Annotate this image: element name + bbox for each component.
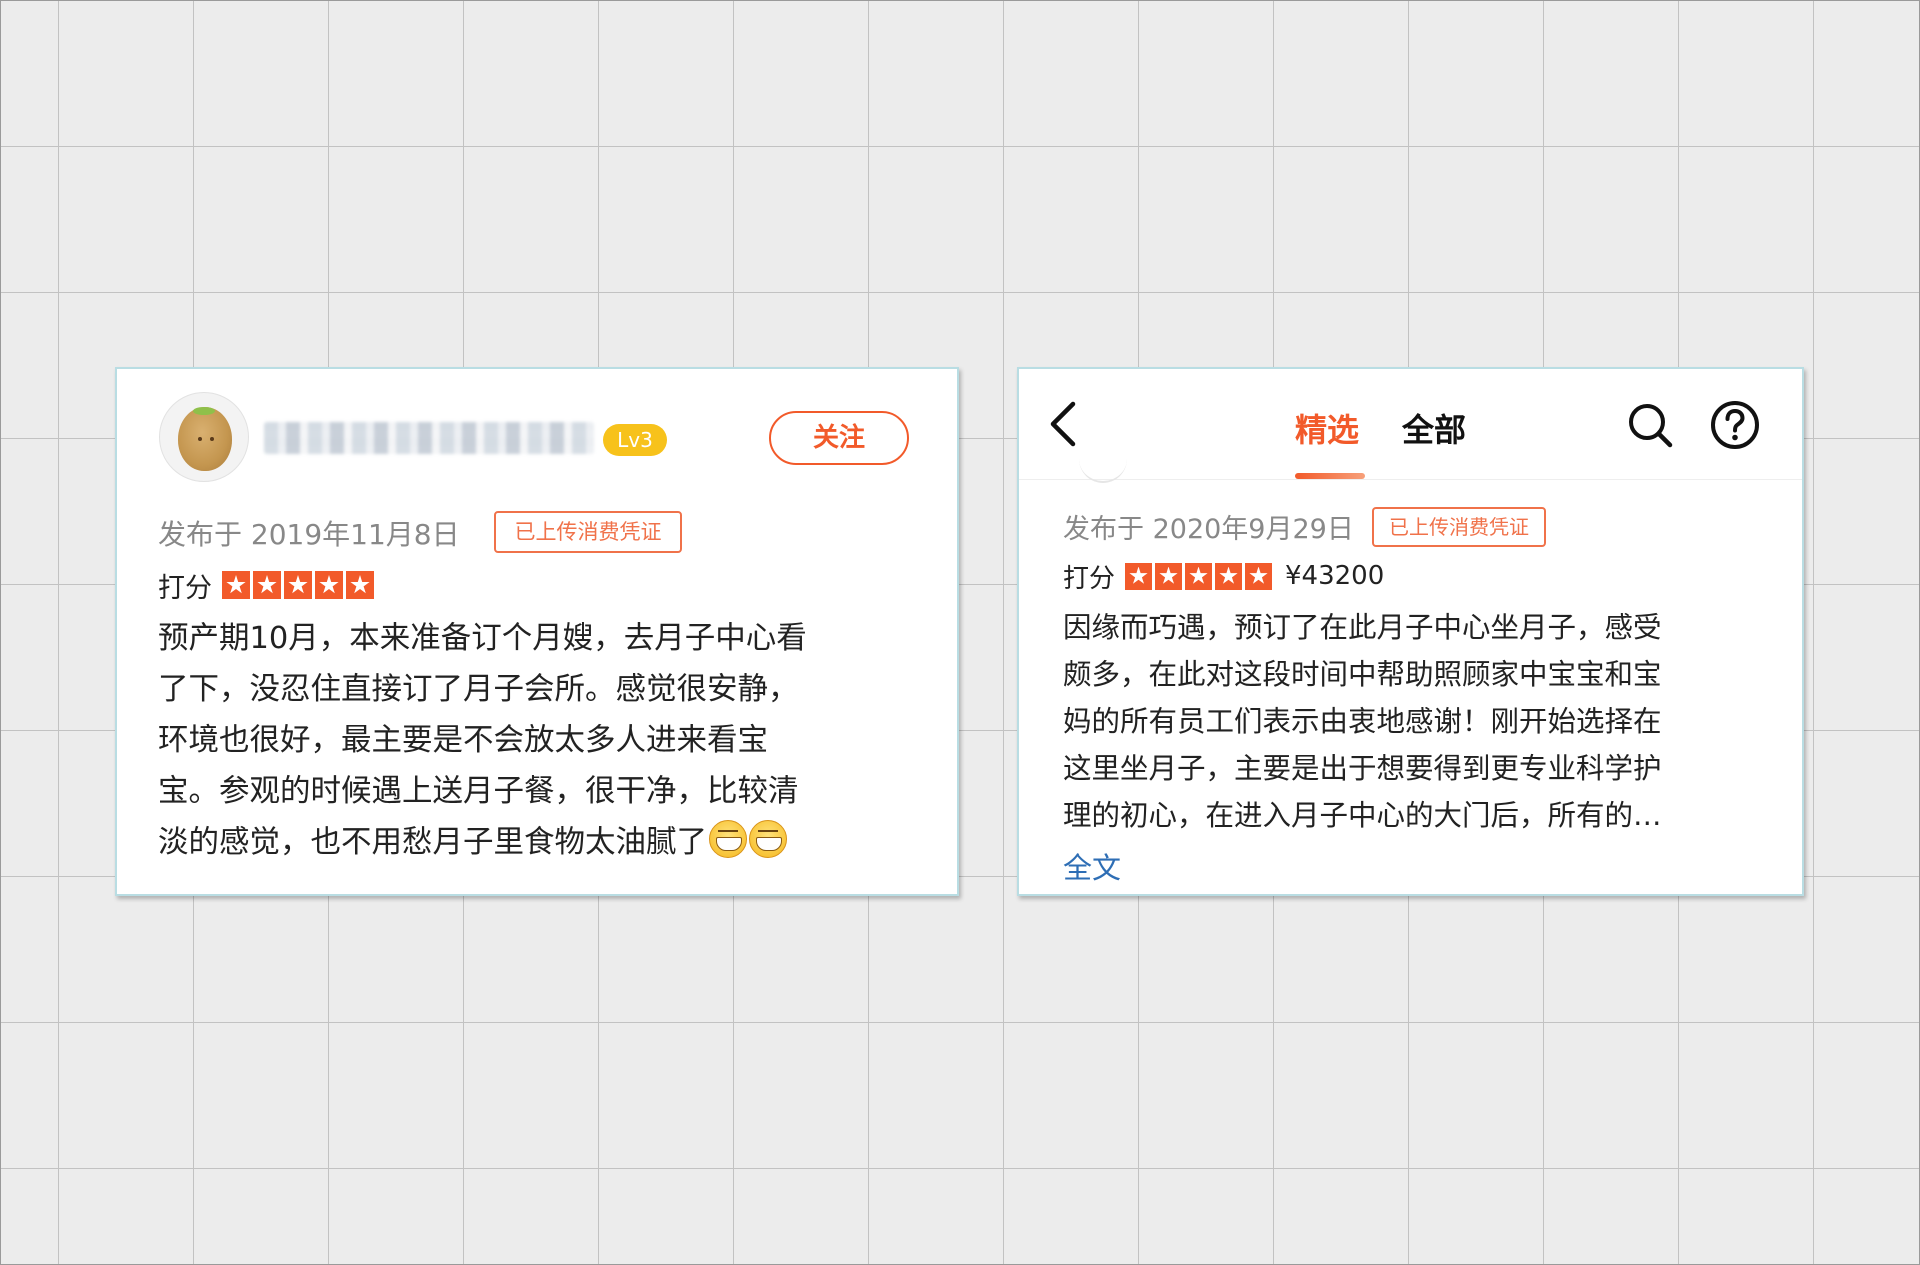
publish-date: 发布于 2019年11月8日 <box>158 518 460 551</box>
score-row: 打分 <box>158 565 377 605</box>
score-label: 打分 <box>158 572 212 604</box>
voucher-badge: 已上传消费凭证 <box>494 511 682 553</box>
help-icon[interactable] <box>1709 399 1761 451</box>
star-icon <box>284 571 312 599</box>
full-text-link[interactable]: 全文 <box>1063 845 1121 887</box>
review-line: 宝。参观的时候遇上送月子餐，很干净，比较清 <box>158 774 799 809</box>
voucher-badge: 已上传消费凭证 <box>1372 507 1546 547</box>
kiwi-avatar-icon <box>178 407 232 471</box>
review-line-text: 淡的感觉，也不用愁月子里食物太油腻了 <box>158 825 707 860</box>
review-text[interactable]: 因缘而巧遇，预订了在此月子中心坐月子，感受 颇多，在此对这段时间中帮助照顾家中宝… <box>1063 604 1763 839</box>
back-icon[interactable] <box>1045 399 1085 449</box>
star-icon <box>315 571 343 599</box>
avatar-eye <box>210 437 214 441</box>
star-icon <box>1215 562 1243 590</box>
star-icon <box>1155 562 1183 590</box>
level-badge: Lv3 <box>603 424 667 456</box>
star-icon <box>253 571 281 599</box>
star-icon <box>346 571 374 599</box>
review-line: 了下，没忍住直接订了月子会所。感觉很安静， <box>158 672 799 707</box>
review-line-last: 淡的感觉，也不用愁月子里食物太油腻了 <box>158 817 918 868</box>
top-nav-bar: 精选 全部 <box>1019 369 1802 480</box>
star-rating <box>222 571 377 599</box>
grin-emoji-icon <box>709 820 747 858</box>
review-line: 颇多，在此对这段时间中帮助照顾家中宝宝和宝 <box>1063 658 1662 691</box>
avatar-eye <box>198 437 202 441</box>
star-icon <box>1185 562 1213 590</box>
kiwi-leaf-icon <box>193 407 215 415</box>
review-line: 环境也很好，最主要是不会放太多人进来看宝 <box>158 723 768 758</box>
publish-date: 发布于 2020年9月29日 <box>1063 514 1354 545</box>
tab-selected[interactable]: 精选 <box>1295 405 1359 451</box>
follow-button[interactable]: 关注 <box>769 411 909 465</box>
star-icon <box>1125 562 1153 590</box>
review-line: 这里坐月子，主要是出于想要得到更专业科学护 <box>1063 752 1662 785</box>
star-icon <box>1245 562 1273 590</box>
price: ¥43200 <box>1285 561 1385 591</box>
grin-emoji-icon <box>749 820 787 858</box>
star-rating <box>1125 562 1275 590</box>
active-tab-indicator <box>1295 473 1365 479</box>
review-line: 预产期10月，本来准备订个月嫂，去月子中心看 <box>158 621 807 656</box>
blurred-username[interactable] <box>264 422 594 454</box>
review-card-2: 精选 全部 发布于 2020年9月29日 已上传消费凭证 打分 ¥43200 因… <box>1017 367 1804 896</box>
review-card-1: Lv3 关注 发布于 2019年11月8日 已上传消费凭证 打分 预产期10月，… <box>115 367 959 896</box>
score-row: 打分 ¥43200 <box>1063 556 1384 596</box>
star-icon <box>222 571 250 599</box>
avatar[interactable] <box>159 392 249 482</box>
tab-all[interactable]: 全部 <box>1402 405 1466 451</box>
review-line: 妈的所有员工们表示由衷地感谢！刚开始选择在 <box>1063 705 1662 738</box>
review-line: 理的初心，在进入月子中心的大门后，所有的… <box>1063 799 1662 832</box>
score-label: 打分 <box>1063 563 1116 594</box>
review-line: 因缘而巧遇，预订了在此月子中心坐月子，感受 <box>1063 611 1662 644</box>
search-icon[interactable] <box>1625 400 1675 450</box>
review-text: 预产期10月，本来准备订个月嫂，去月子中心看 了下，没忍住直接订了月子会所。感觉… <box>158 613 918 868</box>
